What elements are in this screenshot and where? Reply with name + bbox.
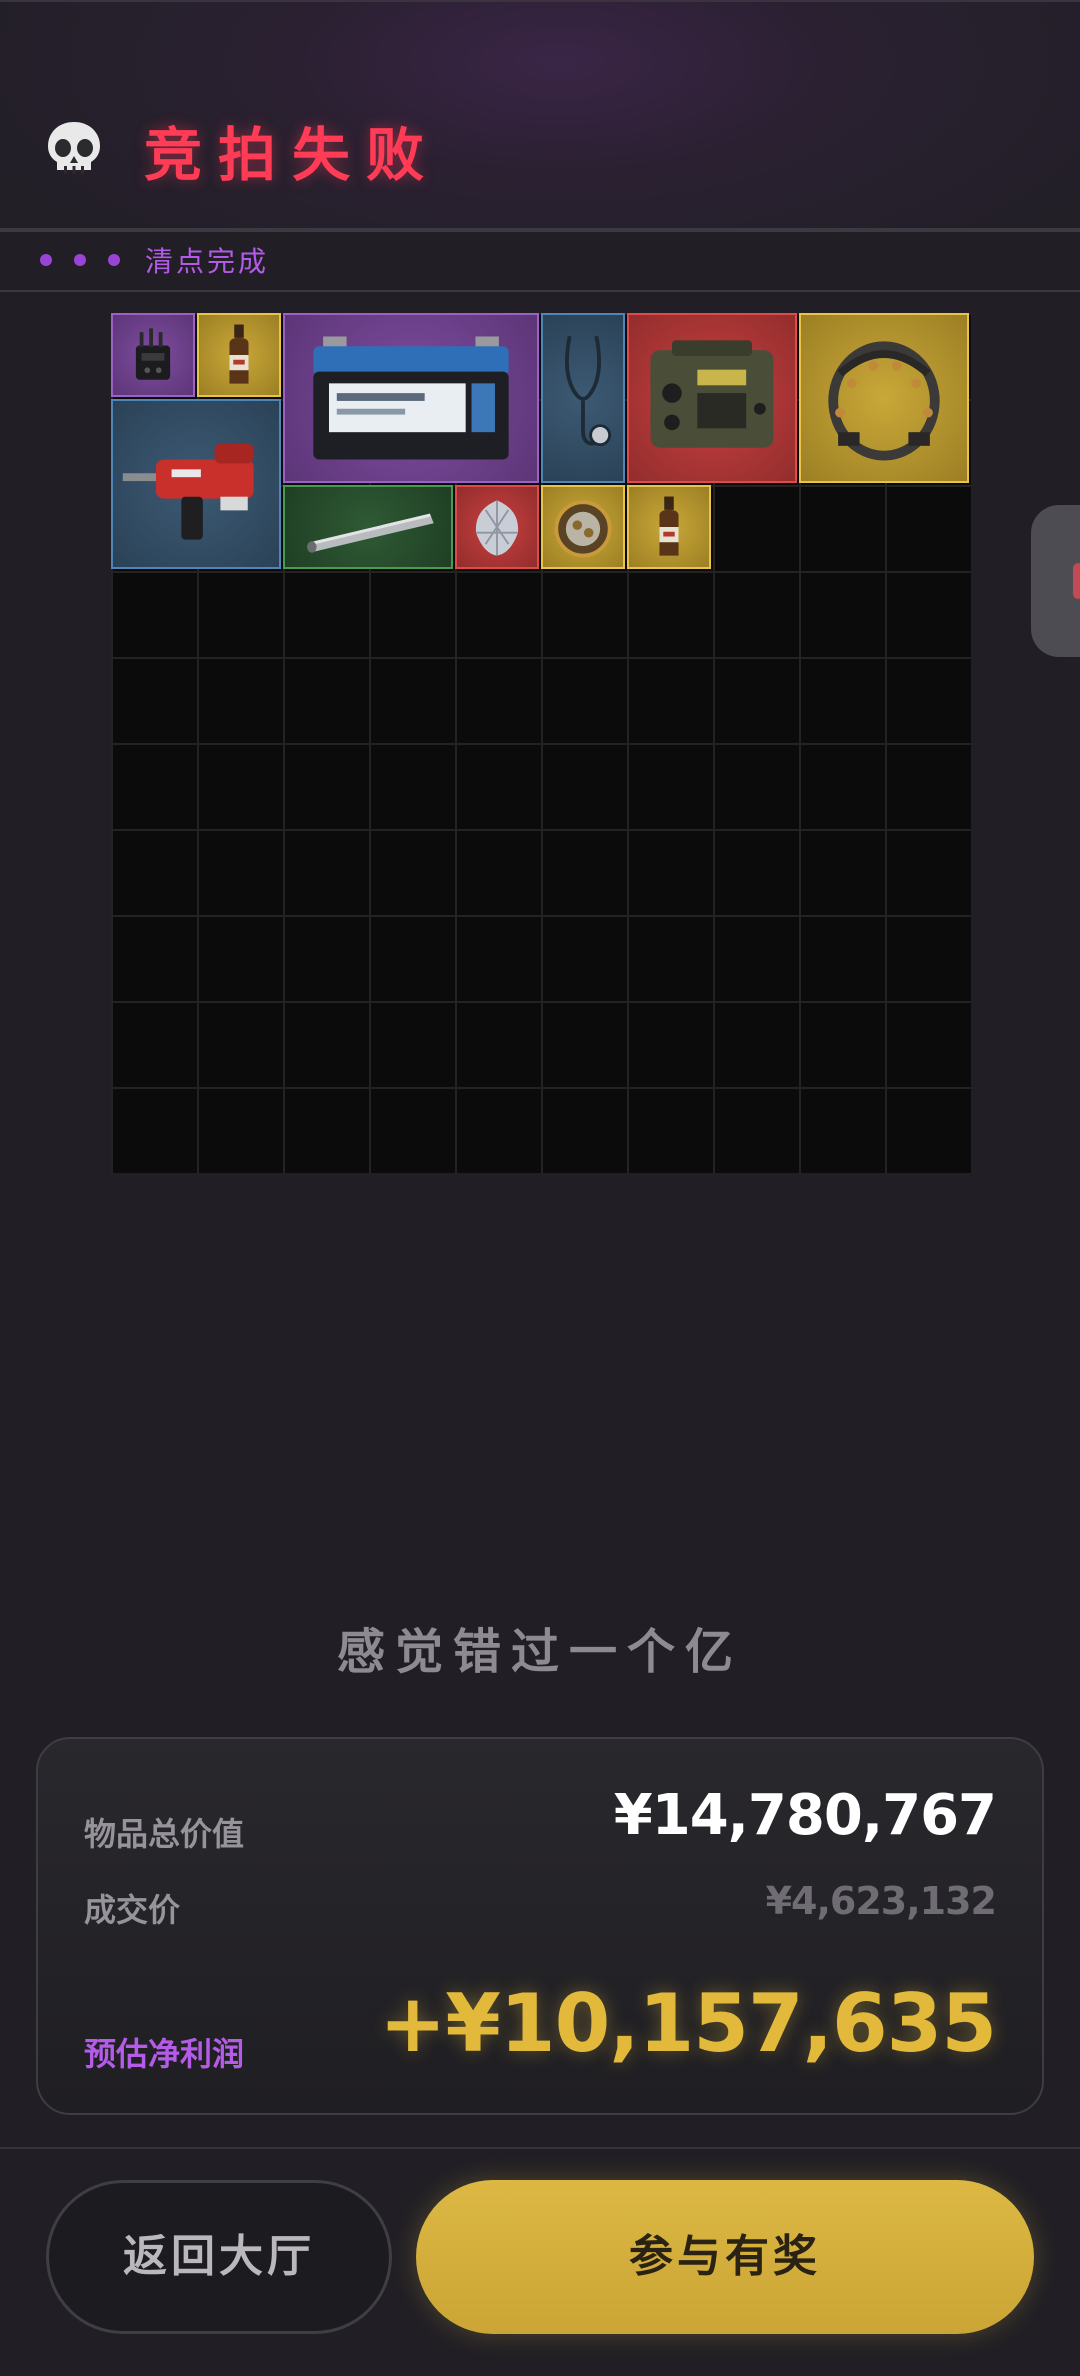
item-radio-transmitter[interactable] <box>111 313 195 397</box>
summary-card: 物品总价值 ¥14,780,767 成交价 ¥4,623,132 预估净利润 +… <box>36 1737 1044 2115</box>
item-rotary-hammer-drill[interactable] <box>111 399 281 569</box>
back-to-lobby-button[interactable]: 返回大厅 <box>46 2180 392 2334</box>
bottle-icon <box>659 496 679 556</box>
total-value: ¥14,780,767 <box>613 1783 997 1848</box>
pocket-watch-icon <box>554 500 612 558</box>
item-stethoscope[interactable] <box>541 313 625 483</box>
item-military-radio[interactable] <box>627 313 797 483</box>
result-title: 竞拍失败 <box>144 121 441 189</box>
item-brain-helmet[interactable] <box>799 313 969 483</box>
item-liquor-bottle[interactable] <box>627 485 711 569</box>
join-reward-button[interactable]: 参与有奖 <box>416 2180 1034 2334</box>
drill-icon <box>122 443 254 540</box>
profit-label: 预估净利润 <box>84 2035 245 2073</box>
item-liquor-bottle[interactable] <box>197 313 281 397</box>
car-battery-icon <box>313 336 509 460</box>
deal-price-value: ¥4,623,132 <box>765 1879 997 1923</box>
tagline: 感觉错过一个亿 <box>336 1624 743 1680</box>
item-metal-rod[interactable] <box>283 485 453 569</box>
radio-transmitter-icon <box>135 328 171 380</box>
item-car-battery[interactable] <box>283 313 539 483</box>
status-bar: 清点完成 <box>0 232 1080 292</box>
inventory-grid <box>111 313 971 1173</box>
skull-icon <box>48 122 100 174</box>
military-radio-icon <box>650 340 774 448</box>
side-drawer-tab[interactable] <box>1031 505 1080 657</box>
item-diamond[interactable] <box>455 485 539 569</box>
profit-value: +¥10,157,635 <box>379 1977 997 2070</box>
deal-price-label: 成交价 <box>84 1891 181 1929</box>
helmet-icon <box>828 341 940 461</box>
result-header: 竞拍失败 <box>0 0 1080 230</box>
footer-divider <box>0 2147 1080 2149</box>
progress-dot <box>74 254 86 266</box>
bottle-icon <box>229 324 249 384</box>
rod-icon <box>307 513 434 553</box>
status-text: 清点完成 <box>145 245 270 278</box>
total-value-label: 物品总价值 <box>84 1815 245 1853</box>
progress-dot <box>108 254 120 266</box>
diamond-icon <box>475 500 519 556</box>
item-pocket-watch[interactable] <box>541 485 625 569</box>
stethoscope-icon <box>564 335 612 447</box>
progress-dot <box>40 254 52 266</box>
